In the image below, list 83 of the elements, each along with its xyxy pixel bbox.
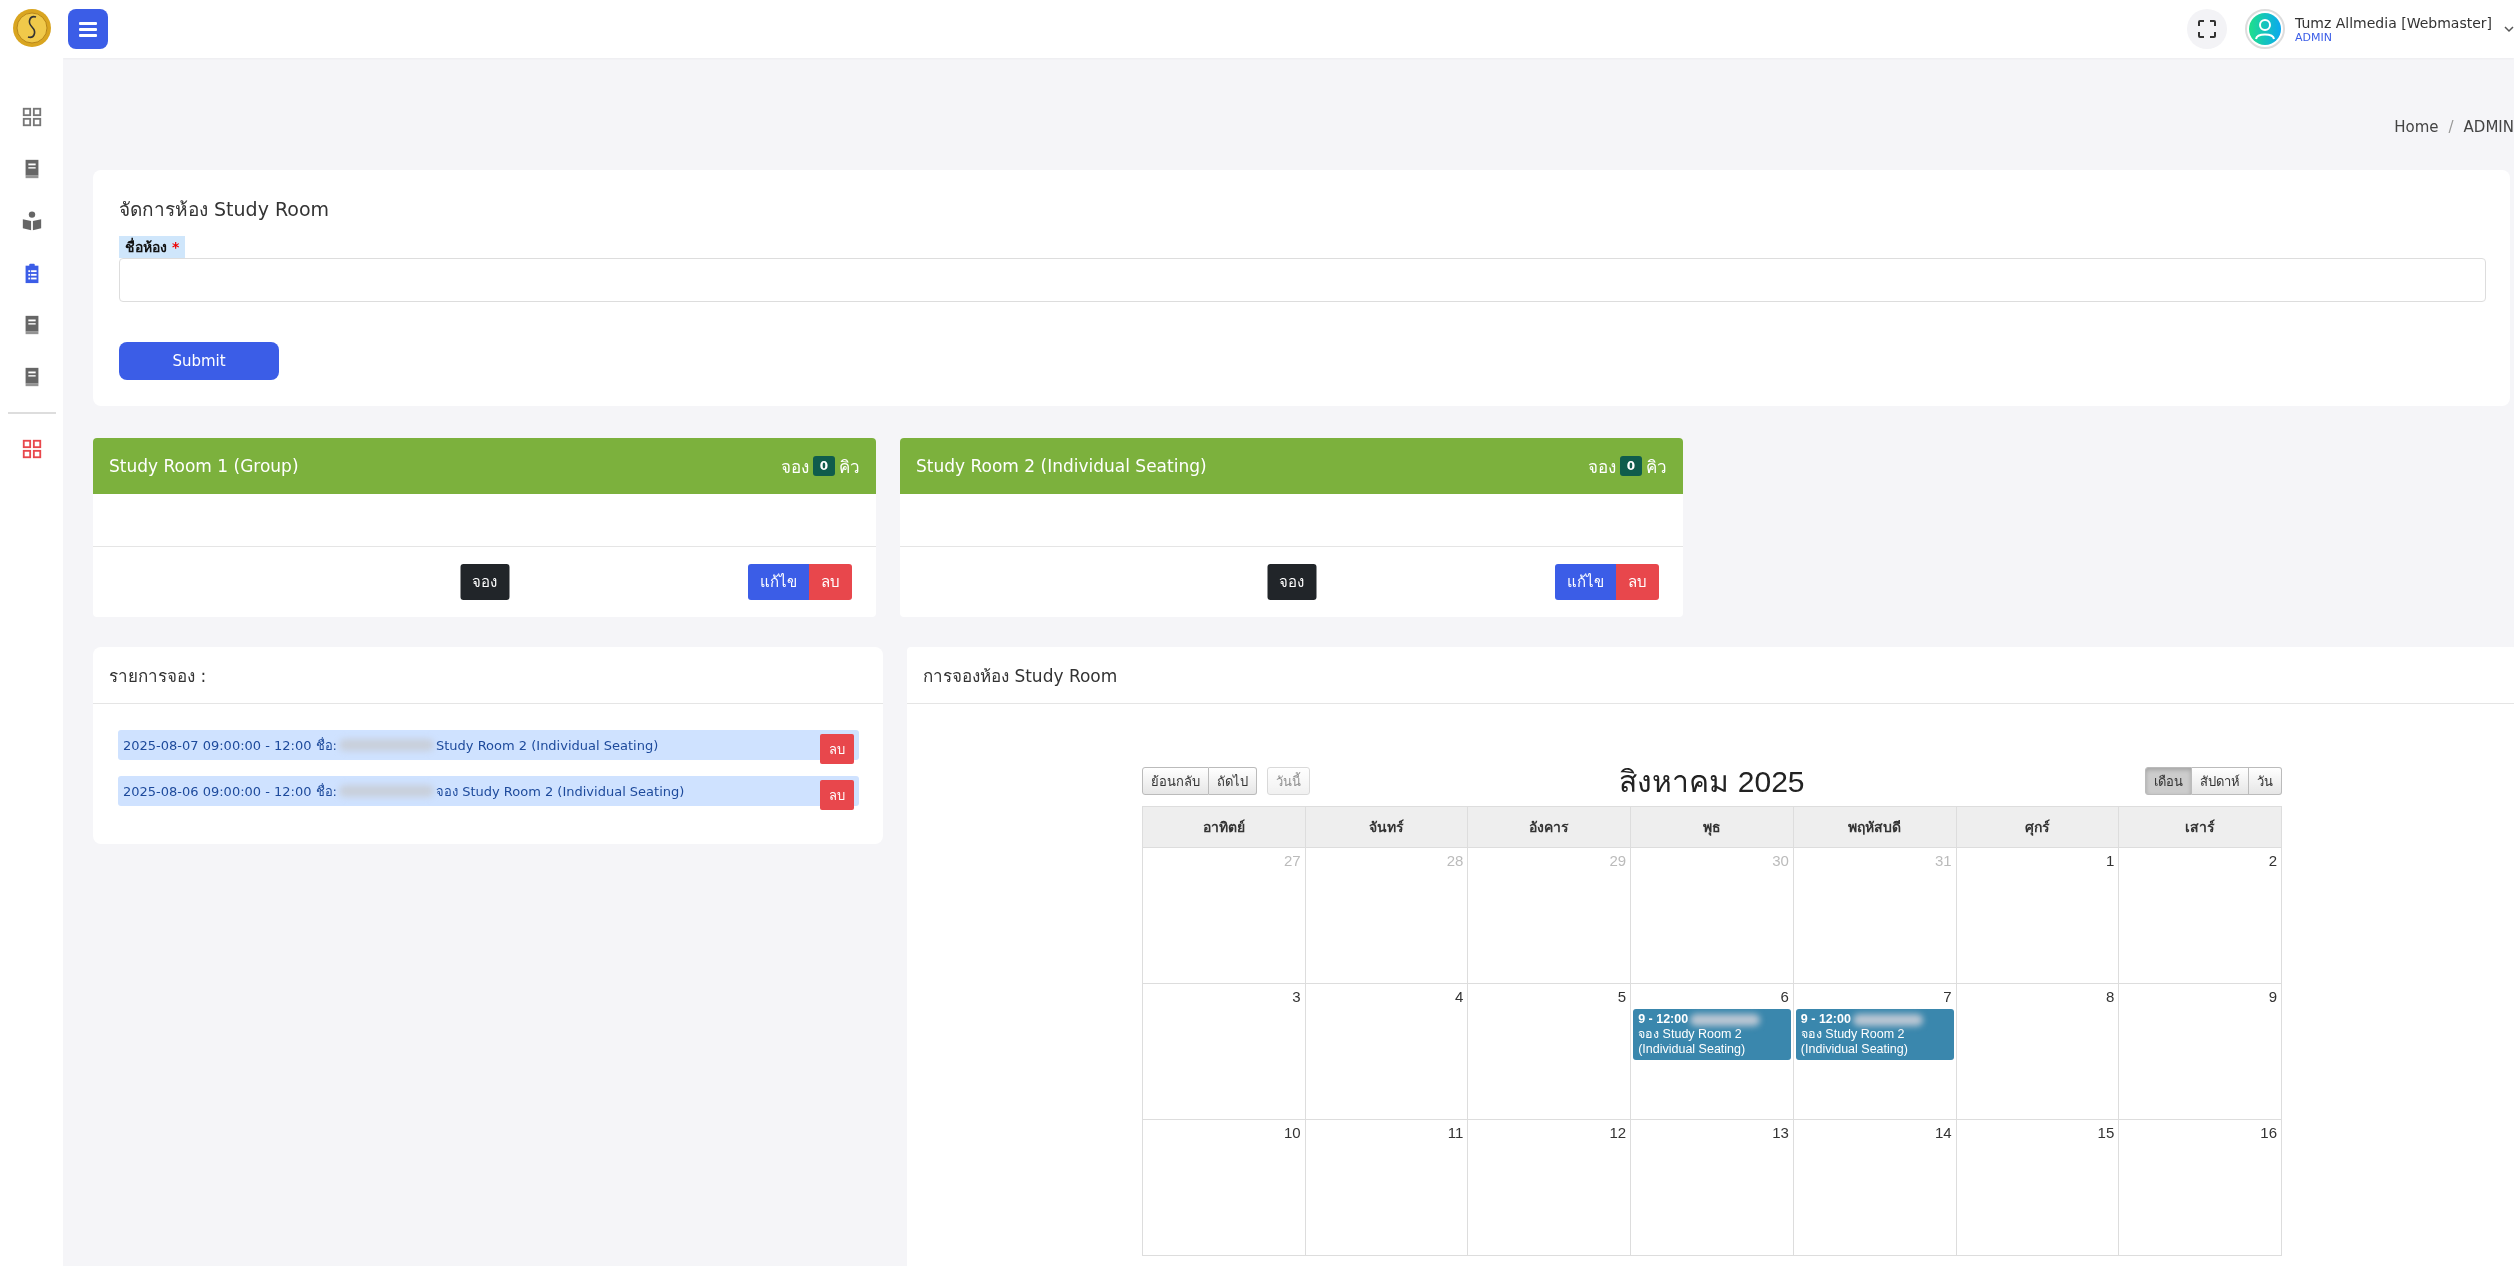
breadcrumb-link[interactable]: ADMIN [2463,118,2514,136]
avatar-icon[interactable] [2245,9,2286,49]
field-label: ชื่อห้อง * [119,236,186,258]
weekday-header: พุธ [1631,807,1794,848]
day-number: 5 [1616,987,1628,1007]
redacted-text [1852,1013,1923,1026]
weekday-header: จันทร์ [1305,807,1469,848]
day-number: 31 [1933,851,1953,871]
booking-text: Study Room 2 (Individual Seating) [436,737,659,753]
day-number: 4 [1454,987,1465,1007]
fullscreen-icon [2198,20,2217,38]
breadcrumb-link[interactable]: Home [2394,118,2439,136]
day-number: 3 [1291,987,1302,1007]
day-number: 6 [1779,987,1790,1007]
delete-button[interactable]: ลบ [820,734,854,764]
booking-text: 2025-08-06 09:00:00 - 12:00 ชื่อ: [123,782,337,801]
event-time: 9 - 12:00 [1800,1012,1851,1026]
day-number: 11 [1446,1123,1465,1143]
weekday-header: ศุกร์ [1956,807,2120,848]
day-number: 15 [2096,1123,2116,1143]
book-button[interactable]: จอง [460,564,509,600]
view-tab[interactable]: วัน [2249,767,2282,795]
redacted-text [1690,1013,1761,1026]
book-button[interactable]: จอง [1267,564,1316,600]
event-time: 9 - 12:00 [1638,1012,1689,1026]
room-title: Study Room 2 (Individual Seating) [916,456,1207,476]
day-number: 28 [1445,851,1465,871]
calendar-event[interactable]: 9 - 12:00 จอง Study Room 2 (Individual Seating) [1633,1009,1791,1060]
delete-button[interactable]: ลบ [1616,564,1659,600]
event-text: จอง Study Room 2 (Individual Seating) [1800,1027,1909,1057]
menu-button[interactable] [68,9,108,49]
queue-label: จอง [780,455,809,479]
edit-button[interactable]: แก้ไข [1555,564,1616,600]
day-number: 27 [1283,851,1302,871]
queue-label: จอง [1587,455,1616,479]
nav-button[interactable]: ถัดไป [1209,767,1257,795]
grid-icon[interactable] [20,438,43,460]
day-number: 8 [2104,987,2116,1007]
edit-button[interactable]: แก้ไข [748,564,809,600]
logo-icon [11,8,52,48]
day-number: 14 [1933,1123,1953,1143]
nav-button[interactable]: ย้อนกลับ [1142,767,1209,795]
weekday-header: อาทิตย์ [1143,807,1306,848]
day-number: 7 [1942,987,1953,1007]
weekday-header: เสาร์ [2119,807,2282,848]
user-role: ADMIN [2295,30,2333,44]
delete-button[interactable]: ลบ [820,780,854,810]
event-text: จอง Study Room 2 (Individual Seating) [1638,1027,1747,1057]
day-number: 10 [1283,1123,1302,1143]
calendar-event[interactable]: 9 - 12:00 จอง Study Room 2 (Individual Seating) [1795,1009,1954,1060]
card-title: การจองห้อง Study Room [907,647,2514,704]
breadcrumb-separator: / [2448,118,2454,136]
day-number: 9 [2267,987,2278,1007]
delete-button[interactable]: ลบ [809,564,852,600]
card-title: รายการจอง : [93,647,883,704]
submit-button[interactable]: Submit [119,342,279,380]
day-number: 12 [1608,1123,1628,1143]
menu-icon [79,21,97,37]
weekday-header: พฤหัสบดี [1793,807,1957,848]
day-number: 16 [2259,1123,2278,1143]
grid-icon[interactable] [20,106,43,128]
chevron-down-icon[interactable] [2504,25,2514,33]
queue-count: 0 [812,456,835,476]
day-number: 2 [2267,851,2278,871]
weekday-header: อังคาร [1468,807,1632,848]
month-title: สิงหาคม 2025 [1619,763,1805,800]
form-title: จัดการห้อง Study Room [119,197,331,222]
view-tab[interactable]: เดือน [2145,767,2192,795]
room-title: Study Room 1 (Group) [109,456,299,476]
queue-label: คิว [839,455,860,479]
queue-label: คิว [1646,455,1667,479]
user-name[interactable]: Tumz Allmedia [Webmaster] [2295,14,2492,31]
queue-count: 0 [1619,456,1642,476]
booking-text: จอง Study Room 2 (Individual Seating) [436,782,685,801]
reader-icon[interactable] [20,210,43,232]
fullscreen-button[interactable] [2187,9,2228,49]
room-name-field[interactable] [119,258,2486,302]
view-tab[interactable]: สัปดาห์ [2192,767,2249,795]
booking-text: 2025-08-07 09:00:00 - 12:00 ชื่อ: [123,736,337,755]
day-number: 30 [1771,851,1790,871]
day-number: 29 [1608,851,1628,871]
day-number: 13 [1771,1123,1790,1143]
day-number: 1 [2104,851,2116,871]
